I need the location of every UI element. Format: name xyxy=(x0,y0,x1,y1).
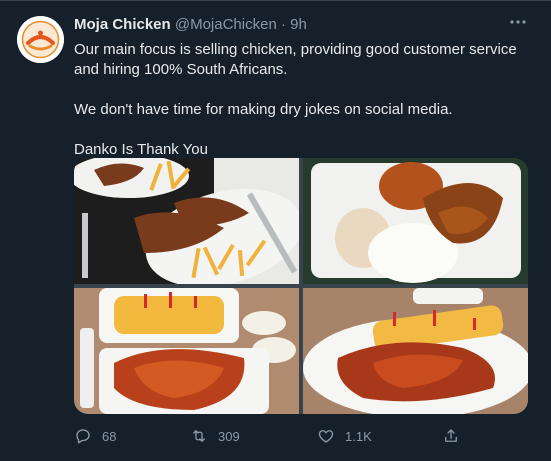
retweet-count: 309 xyxy=(218,428,240,444)
food-photo-2[interactable] xyxy=(303,158,528,284)
more-horizontal-icon xyxy=(510,20,526,24)
reply-icon xyxy=(76,429,90,444)
heart-icon xyxy=(318,430,334,443)
tweet-card[interactable]: Moja Chicken @MojaChicken · 9h Our main … xyxy=(0,0,551,461)
author-handle[interactable]: @MojaChicken xyxy=(175,16,277,33)
share-button[interactable] xyxy=(442,424,460,448)
food-photo-1[interactable] xyxy=(74,158,299,284)
tweet-actions: 68 309 1.1K xyxy=(74,424,474,448)
food-photo-4[interactable] xyxy=(303,288,528,414)
avatar[interactable] xyxy=(17,16,64,63)
tweet-paragraph-3: Danko Is Thank You xyxy=(74,141,208,158)
author-display-name[interactable]: Moja Chicken xyxy=(74,16,171,33)
reply-count: 68 xyxy=(102,428,117,444)
tweet-paragraph-1: Our main focus is selling chicken, provi… xyxy=(74,41,517,78)
retweet-icon xyxy=(193,430,205,442)
separator-dot: · xyxy=(280,16,286,33)
retweet-button[interactable]: 309 xyxy=(190,424,240,448)
tweet-time[interactable]: 9h xyxy=(290,16,307,33)
tweet-media-grid xyxy=(74,158,528,414)
tweet-header: Moja Chicken @MojaChicken · 9h xyxy=(74,16,307,33)
reply-button[interactable]: 68 xyxy=(74,424,116,448)
tweet-text: Our main focus is selling chicken, provi… xyxy=(74,40,534,160)
share-icon xyxy=(445,429,457,442)
like-count: 1.1K xyxy=(345,428,372,444)
more-options-button[interactable] xyxy=(507,11,529,33)
like-button[interactable]: 1.1K xyxy=(317,424,372,448)
food-photo-3[interactable] xyxy=(74,288,299,414)
moja-chicken-logo-icon xyxy=(17,16,64,63)
tweet-paragraph-2: We don't have time for making dry jokes … xyxy=(74,101,453,118)
